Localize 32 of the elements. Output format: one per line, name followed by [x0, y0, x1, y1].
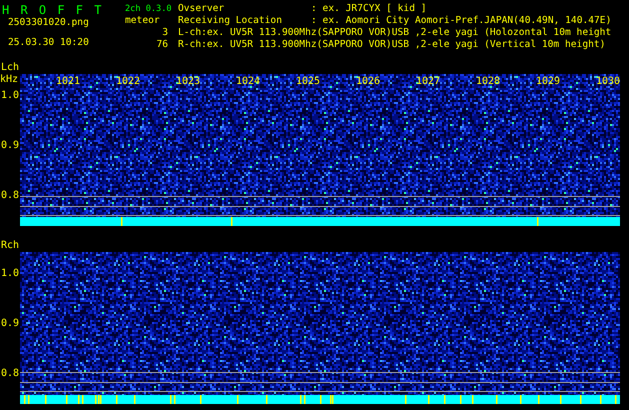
app-version: 2ch 0.3.0 [124, 3, 173, 15]
info-value: : ex. JR7CYX [ kid ] [311, 3, 427, 15]
channel-info: R-ch:ex. UV5R 113.900Mhz(SAPPORO VOR)USB ,2-ele yagi (Vertical 10m height) [178, 39, 606, 51]
unit-label: kHz [0, 75, 18, 85]
time-label: 1029 [534, 76, 562, 87]
app-title: H R O F F T [1, 3, 102, 17]
info-label: Ovserver [178, 3, 226, 15]
info-label: Receiving Location [178, 15, 283, 27]
axis-label: 1.0 [1, 269, 20, 279]
time-label: 1021 [54, 76, 82, 87]
channel-info: L-ch:ex. UV5R 113.900Mhz(SAPPORO VOR)USB ,2-ele yagi (Holozontal 10m height [178, 27, 612, 39]
time-label: 1022 [114, 76, 142, 87]
channel-label: Lch [0, 62, 20, 74]
meteor-count: 76 [155, 39, 169, 51]
time-label: 1024 [234, 76, 262, 87]
axis-label: 0.8 [1, 191, 20, 201]
file-name: 2503301020.png [7, 17, 90, 29]
time-label: 1025 [294, 76, 322, 87]
time-label: 1026 [354, 76, 382, 87]
meteor-count: 3 [161, 27, 169, 39]
axis-label: 1.0 [1, 91, 20, 101]
meteor-label: meteor [124, 15, 161, 27]
info-value: : ex. Aomori City Aomori-Pref.JAPAN(40.49N, 140.47E) [311, 15, 612, 27]
date-time: 25.03.30 10:20 [7, 37, 90, 49]
time-label: 1030 [594, 76, 622, 87]
axis-label: 0.9 [1, 141, 20, 151]
axis-label: 0.8 [1, 369, 20, 379]
time-label: 1023 [174, 76, 202, 87]
channel-label: Rch [0, 240, 20, 252]
time-label: 1028 [474, 76, 502, 87]
time-label: 1027 [414, 76, 442, 87]
axis-label: 0.9 [1, 319, 20, 329]
